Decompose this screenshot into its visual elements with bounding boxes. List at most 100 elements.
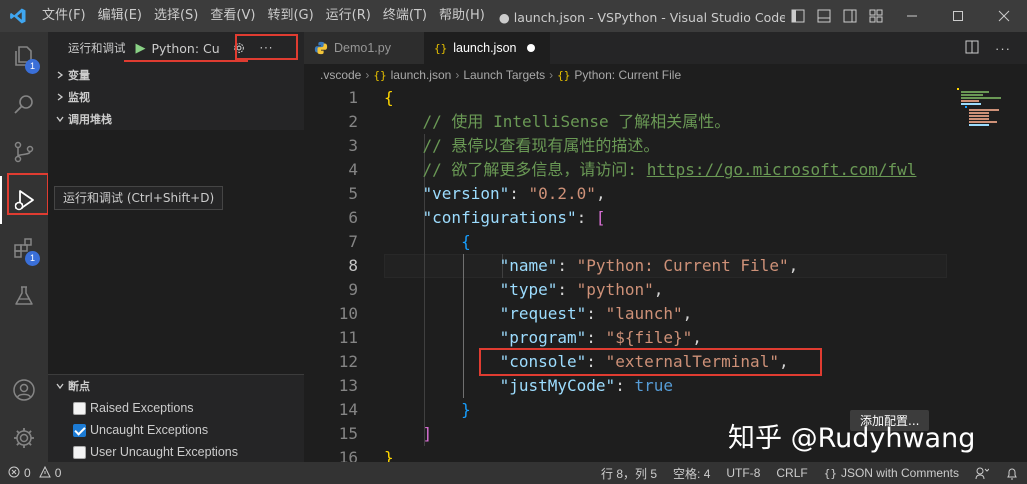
language-label: JSON with Comments bbox=[840, 466, 959, 480]
line-number: 5 bbox=[348, 184, 358, 203]
source-control-icon[interactable] bbox=[0, 128, 48, 176]
breakpoint-raised-exceptions[interactable]: Raised Exceptions bbox=[48, 397, 304, 419]
code-token: "python" bbox=[576, 280, 654, 299]
line-number: 8 bbox=[348, 256, 358, 275]
console-line-highlight-box bbox=[479, 348, 822, 376]
code-line: 9 "type": "python", bbox=[304, 278, 1027, 302]
code-text: "name": "Python: Current File", bbox=[384, 254, 799, 278]
tab-demo1-py[interactable]: Demo1.py bbox=[304, 32, 424, 64]
layout-sidebar-icon[interactable] bbox=[785, 0, 811, 32]
settings-gear-icon[interactable] bbox=[0, 414, 48, 462]
menu-item[interactable]: 运行(R) bbox=[320, 0, 377, 32]
code-text: } bbox=[384, 398, 471, 422]
checkbox[interactable] bbox=[73, 445, 86, 459]
checkbox-checked[interactable] bbox=[73, 423, 86, 437]
close-button[interactable] bbox=[981, 0, 1027, 32]
menu-item[interactable]: 编辑(E) bbox=[92, 0, 148, 32]
code-line: 8 "name": "Python: Current File", bbox=[304, 254, 1027, 278]
code-token: "program" bbox=[499, 328, 587, 347]
explorer-icon[interactable]: 1 bbox=[0, 32, 48, 80]
breakpoint-user-uncaught-exceptions[interactable]: User Uncaught Exceptions bbox=[48, 441, 304, 463]
line-number: 1 bbox=[348, 88, 358, 107]
code-token: : bbox=[557, 280, 577, 299]
extensions-icon[interactable]: 1 bbox=[0, 224, 48, 272]
chevron-down-icon bbox=[52, 382, 68, 390]
menu-item[interactable]: 帮助(H) bbox=[433, 0, 491, 32]
feedback-icon[interactable] bbox=[967, 466, 997, 480]
menu-item[interactable]: 查看(V) bbox=[204, 0, 261, 32]
testing-flask-icon[interactable] bbox=[0, 272, 48, 320]
menu-item[interactable]: 转到(G) bbox=[261, 0, 319, 32]
breakpoint-uncaught-exceptions[interactable]: Uncaught Exceptions bbox=[48, 419, 304, 441]
breadcrumb-file[interactable]: launch.json bbox=[391, 68, 452, 82]
code-token: // 欲了解更多信息，请访问: bbox=[422, 160, 647, 179]
section-callstack[interactable]: 调用堆栈 bbox=[48, 108, 304, 130]
accounts-icon[interactable] bbox=[0, 366, 48, 414]
notifications-bell-icon[interactable] bbox=[997, 466, 1027, 480]
split-editor-icon[interactable] bbox=[965, 40, 979, 57]
code-token: "${file}" bbox=[605, 328, 693, 347]
problems-status[interactable]: 0 0 bbox=[0, 465, 69, 481]
json-object-icon: {} bbox=[557, 68, 571, 82]
menu-bar: 文件(F) 编辑(E) 选择(S) 查看(V) 转到(G) 运行(R) 终端(T) 帮助(H) bbox=[36, 0, 491, 32]
chevron-right-icon: › bbox=[455, 68, 460, 82]
section-variables[interactable]: 变量 bbox=[48, 64, 304, 86]
json-brace-icon: {} bbox=[823, 466, 837, 480]
run-debug-highlight-box bbox=[7, 173, 49, 215]
customize-layout-icon[interactable] bbox=[863, 0, 889, 32]
maximize-button[interactable] bbox=[935, 0, 981, 32]
end-of-line[interactable]: CRLF bbox=[768, 466, 815, 480]
search-icon[interactable] bbox=[0, 80, 48, 128]
chevron-right-icon bbox=[52, 93, 68, 101]
code-token: , bbox=[692, 328, 702, 347]
tab-launch-json[interactable]: {} launch.json bbox=[424, 32, 550, 64]
code-token: : bbox=[576, 208, 596, 227]
cursor-position[interactable]: 行 8，列 5 bbox=[593, 465, 665, 482]
breadcrumb-folder[interactable]: .vscode bbox=[320, 68, 361, 82]
menu-item[interactable]: 文件(F) bbox=[36, 0, 92, 32]
code-line: 4 // 欲了解更多信息，请访问: https://go.microsoft.c… bbox=[304, 158, 1027, 182]
breadcrumb-section[interactable]: Launch Targets bbox=[463, 68, 545, 82]
checkbox[interactable] bbox=[73, 401, 86, 415]
gear-highlight-box bbox=[235, 34, 298, 60]
code-token: "justMyCode" bbox=[499, 376, 616, 395]
activity-bar: 1 1 bbox=[0, 32, 48, 462]
menu-item[interactable]: 终端(T) bbox=[377, 0, 433, 32]
layout-panel-icon[interactable] bbox=[811, 0, 837, 32]
debug-config-select[interactable]: Python: Current File bbox=[152, 41, 220, 56]
start-debugging-icon[interactable]: ▶ bbox=[136, 41, 146, 56]
section-breakpoints[interactable]: 断点 bbox=[48, 375, 304, 397]
code-token: , bbox=[682, 304, 693, 323]
code-token: : bbox=[557, 256, 577, 275]
line-number: 12 bbox=[338, 352, 358, 371]
line-number: 13 bbox=[338, 376, 358, 395]
indentation[interactable]: 空格: 4 bbox=[665, 465, 718, 482]
code-text: { bbox=[384, 86, 394, 110]
code-token[interactable]: https://go.microsoft.com/fwl bbox=[647, 160, 917, 179]
more-actions-icon[interactable]: ··· bbox=[995, 41, 1011, 56]
layout-secondary-sidebar-icon[interactable] bbox=[837, 0, 863, 32]
code-token: "Python: Current File" bbox=[576, 256, 789, 275]
minimap[interactable] bbox=[947, 86, 1027, 462]
json-file-icon: {} bbox=[373, 68, 387, 82]
title-bar: 文件(F) 编辑(E) 选择(S) 查看(V) 转到(G) 运行(R) 终端(T) 帮助(H)… bbox=[0, 0, 1027, 32]
section-watch[interactable]: 监视 bbox=[48, 86, 304, 108]
code-token: , bbox=[595, 184, 606, 203]
minimize-button[interactable] bbox=[889, 0, 935, 32]
chevron-down-icon bbox=[52, 115, 68, 123]
breadcrumb-symbol[interactable]: Python: Current File bbox=[574, 68, 681, 82]
code-editor[interactable]: 1{2 // 使用 IntelliSense 了解相关属性。 3 // 悬停以查看… bbox=[304, 86, 1027, 462]
language-mode[interactable]: {} JSON with Comments bbox=[816, 466, 967, 480]
unsaved-dot-icon[interactable] bbox=[526, 44, 535, 52]
warning-icon bbox=[38, 465, 51, 481]
error-icon bbox=[8, 466, 20, 481]
menu-item[interactable]: 选择(S) bbox=[148, 0, 204, 32]
encoding[interactable]: UTF-8 bbox=[718, 466, 768, 480]
sidebar-title: 运行和调试 bbox=[68, 41, 126, 55]
chevron-right-icon: › bbox=[549, 68, 554, 82]
editor-actions: ··· bbox=[965, 32, 1011, 64]
